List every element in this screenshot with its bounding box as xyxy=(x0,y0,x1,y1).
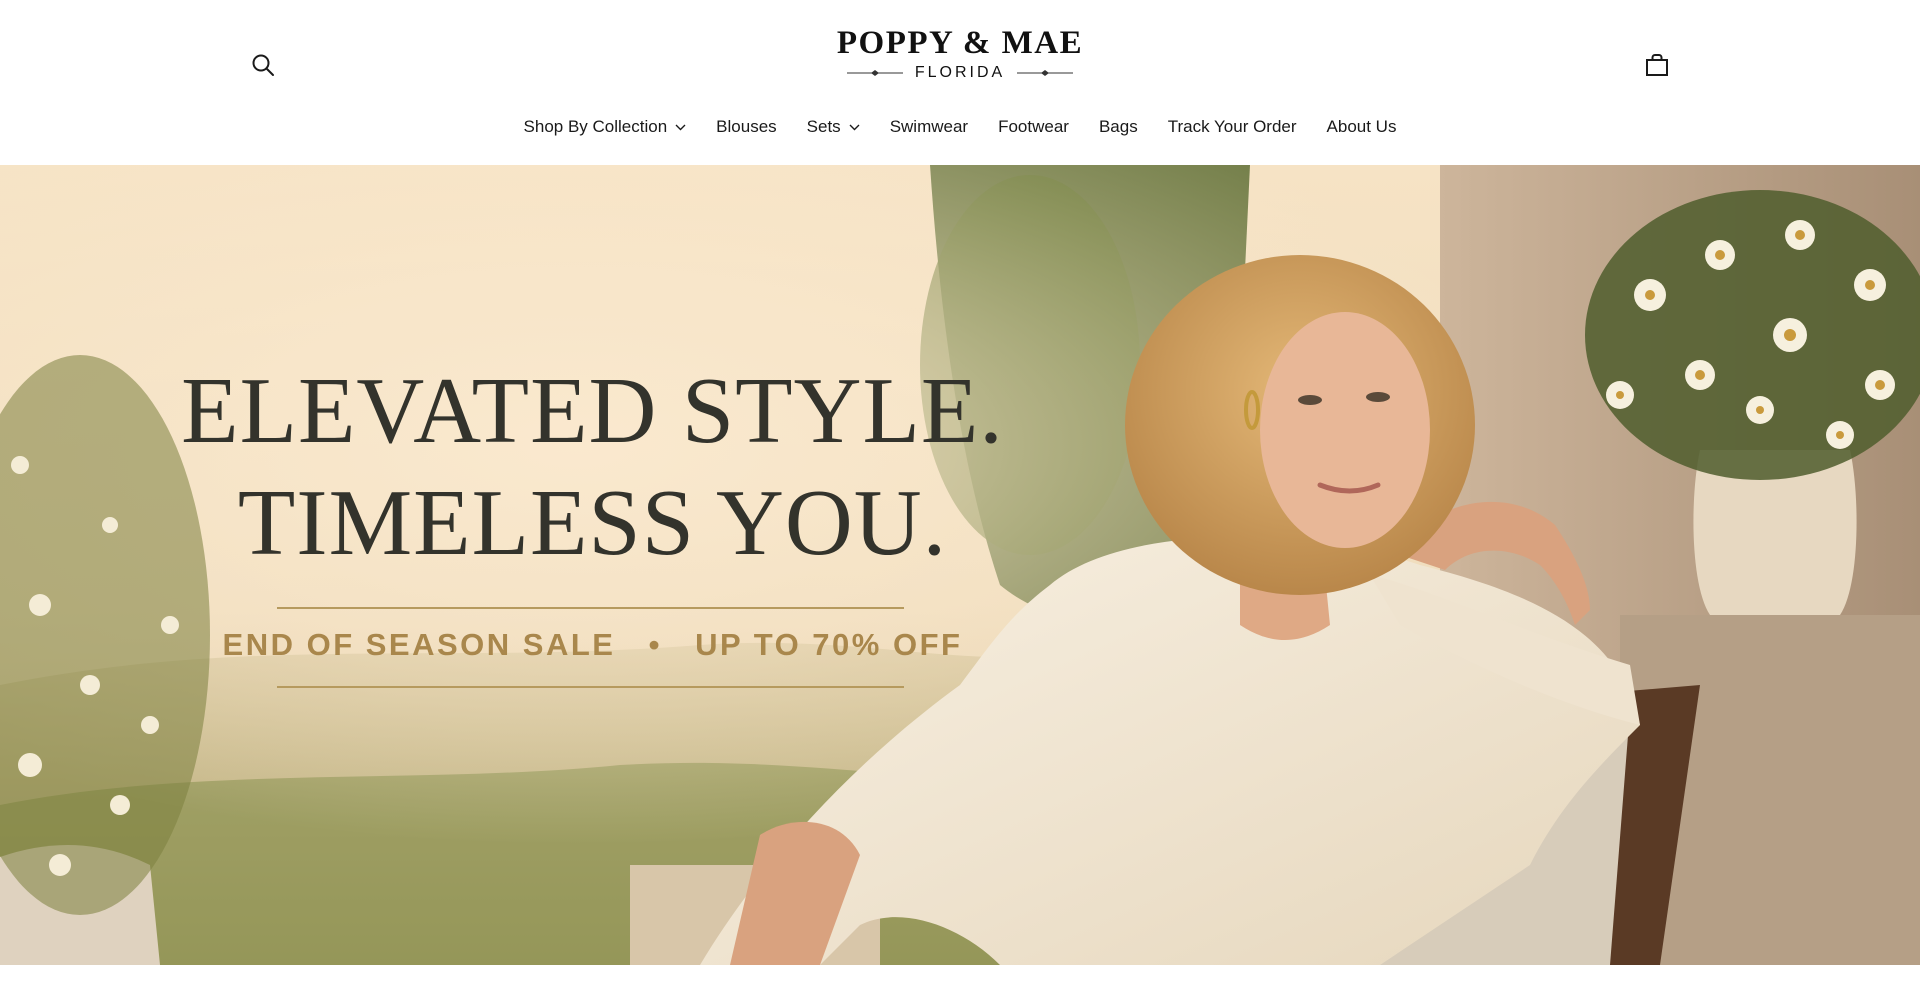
nav-item-blouses[interactable]: Blouses xyxy=(716,117,776,137)
nav-item-sets[interactable]: Sets xyxy=(807,117,860,137)
site-header: POPPY & MAE FLORIDA Shop By Collection B… xyxy=(0,0,1920,165)
nav-item-shop-by-collection[interactable]: Shop By Collection xyxy=(524,117,687,137)
chevron-down-icon xyxy=(675,124,686,130)
hero-sale-left: END OF SEASON SALE xyxy=(222,627,616,662)
hero-divider-top xyxy=(277,607,904,609)
hero-sale-right: UP TO 70% OFF xyxy=(695,627,963,662)
nav-item-label: Bags xyxy=(1098,117,1138,136)
nav-item-label: Footwear xyxy=(998,117,1069,136)
nav-item-label: Track Your Order xyxy=(1167,117,1297,136)
hero-headline-line-1: ELEVATED STYLE. xyxy=(181,359,1004,463)
hero-banner[interactable]: ELEVATED STYLE. TIMELESS YOU. END OF SEA… xyxy=(0,165,1920,965)
nav-item-label: Shop By Collection xyxy=(523,117,668,136)
brand-subline: FLORIDA xyxy=(820,64,1100,82)
cart-button[interactable] xyxy=(1642,48,1672,82)
nav-item-swimwear[interactable]: Swimwear xyxy=(890,117,968,137)
flourish-right-icon xyxy=(1017,70,1074,76)
brand-logo[interactable]: POPPY & MAE FLORIDA xyxy=(820,24,1100,86)
main-nav: Shop By Collection Blouses Sets Swimwear… xyxy=(0,112,1920,142)
flourish-left-icon xyxy=(846,70,903,76)
nav-item-label: Blouses xyxy=(716,117,777,136)
hero-headline-line-2: TIMELESS YOU. xyxy=(237,471,948,575)
shopping-bag-icon xyxy=(1646,54,1668,76)
brand-name: POPPY & MAE xyxy=(836,25,1084,61)
brand-location: FLORIDA xyxy=(914,64,1006,81)
nav-item-about-us[interactable]: About Us xyxy=(1327,117,1397,137)
hero-sale-banner: END OF SEASON SALE • UP TO 70% OFF xyxy=(220,627,965,663)
nav-item-footwear[interactable]: Footwear xyxy=(998,117,1069,137)
nav-item-bags[interactable]: Bags xyxy=(1099,117,1138,137)
nav-item-label: Sets xyxy=(806,117,841,136)
nav-item-label: About Us xyxy=(1326,117,1397,136)
hero-headline: ELEVATED STYLE. TIMELESS YOU. xyxy=(175,355,1010,579)
search-icon xyxy=(252,54,274,76)
hero-divider-bottom xyxy=(277,686,904,688)
nav-item-track-your-order[interactable]: Track Your Order xyxy=(1168,117,1297,137)
nav-item-label: Swimwear xyxy=(889,117,969,136)
hero-sale-separator: • xyxy=(648,627,662,662)
chevron-down-icon xyxy=(849,124,860,130)
search-button[interactable] xyxy=(248,50,278,80)
